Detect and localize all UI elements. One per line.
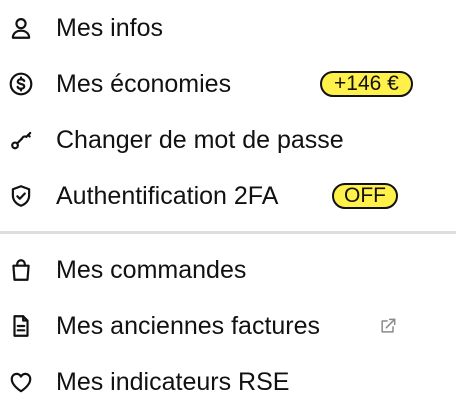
dollar-circle-icon: [8, 71, 34, 97]
menu-item-label: Authentification 2FA: [56, 182, 279, 210]
external-link-icon: [378, 316, 398, 336]
menu-item-label: Mes infos: [56, 14, 163, 42]
user-icon: [8, 15, 34, 41]
menu-item-label: Mes indicateurs RSE: [56, 368, 290, 396]
menu-item-label: Changer de mot de passe: [56, 126, 344, 154]
savings-badge: +146 €: [320, 71, 413, 97]
menu-item-mes-commandes[interactable]: Mes commandes: [0, 250, 300, 290]
menu-item-authentification-2fa[interactable]: Authentification 2FA OFF: [0, 176, 420, 216]
menu-item-label: Mes anciennes factures: [56, 312, 321, 340]
menu-item-changer-mot-de-passe[interactable]: Changer de mot de passe: [0, 120, 400, 160]
heart-icon: [8, 369, 34, 395]
key-icon: [8, 127, 34, 153]
document-icon: [8, 313, 34, 339]
menu-item-mes-indicateurs-rse[interactable]: Mes indicateurs RSE: [0, 362, 340, 402]
menu-item-label: Mes commandes: [56, 256, 247, 284]
menu-item-mes-infos[interactable]: Mes infos: [0, 8, 200, 48]
menu-divider: [0, 231, 456, 234]
menu-item-mes-anciennes-factures[interactable]: Mes anciennes factures: [0, 306, 410, 346]
menu-item-mes-economies[interactable]: Mes économies +146 €: [0, 64, 440, 104]
shield-check-icon: [8, 183, 34, 209]
menu-item-label: Mes économies: [56, 70, 232, 98]
2fa-status-badge: OFF: [332, 183, 398, 209]
shopping-bag-icon: [8, 257, 34, 283]
